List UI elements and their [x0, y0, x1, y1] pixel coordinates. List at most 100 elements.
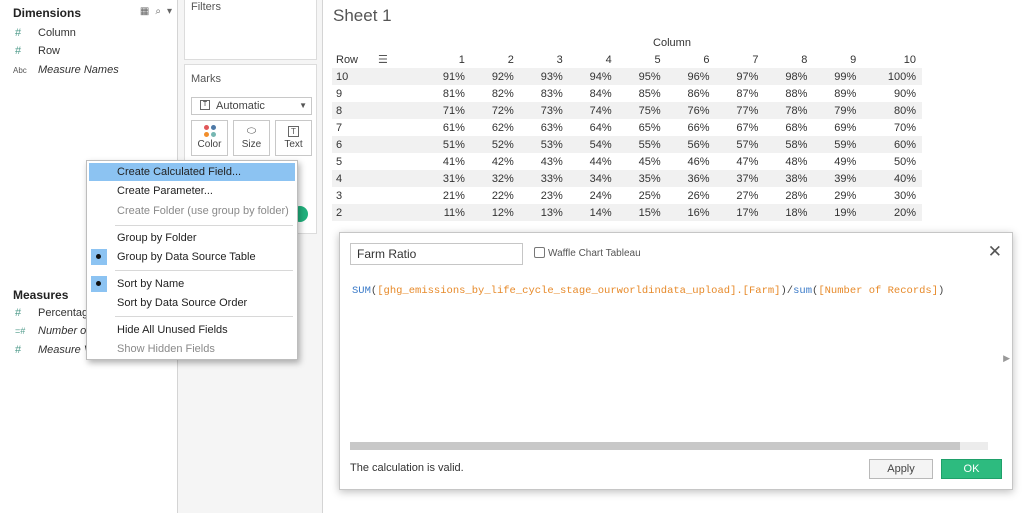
- search-icon[interactable]: ⌕: [155, 6, 161, 17]
- size-mark-button[interactable]: ⬭ Size: [233, 120, 270, 156]
- table-cell[interactable]: 24%: [569, 187, 618, 204]
- table-cell[interactable]: 35%: [617, 170, 667, 187]
- table-cell[interactable]: 44%: [569, 153, 618, 170]
- table-cell[interactable]: 68%: [764, 119, 813, 136]
- table-cell[interactable]: 78%: [764, 102, 814, 119]
- table-cell[interactable]: 79%: [813, 102, 863, 119]
- table-cell[interactable]: 70%: [862, 119, 922, 136]
- table-cell[interactable]: 43%: [520, 153, 569, 170]
- table-cell[interactable]: 20%: [862, 204, 922, 221]
- table-cell[interactable]: 19%: [813, 204, 863, 221]
- table-cell[interactable]: 37%: [715, 170, 765, 187]
- menu-item-group-by-data-source-table[interactable]: Group by Data Source Table: [89, 248, 295, 266]
- table-cell[interactable]: 38%: [764, 170, 814, 187]
- mark-type-dropdown[interactable]: T Automatic ▼: [191, 97, 312, 115]
- table-cell[interactable]: 49%: [813, 153, 862, 170]
- table-cell[interactable]: 15%: [617, 204, 667, 221]
- menu-item-sort-by-data-source-order[interactable]: Sort by Data Source Order: [89, 294, 295, 312]
- table-cell[interactable]: 50%: [862, 153, 922, 170]
- table-cell[interactable]: 28%: [764, 187, 813, 204]
- table-cell[interactable]: 29%: [813, 187, 862, 204]
- table-cell[interactable]: 66%: [667, 119, 716, 136]
- table-cell[interactable]: 36%: [666, 170, 716, 187]
- table-cell[interactable]: 74%: [568, 102, 618, 119]
- table-cell[interactable]: 77%: [715, 102, 765, 119]
- menu-item-create-calculated-field[interactable]: Create Calculated Field...: [89, 163, 295, 181]
- chevron-down-icon[interactable]: ▾: [167, 6, 172, 17]
- table-cell[interactable]: 80%: [862, 102, 922, 119]
- table-cell[interactable]: 51%: [422, 136, 471, 153]
- menu-item-group-by-folder[interactable]: Group by Folder: [89, 229, 295, 247]
- table-cell[interactable]: 82%: [471, 85, 520, 102]
- table-cell[interactable]: 22%: [471, 187, 520, 204]
- table-cell[interactable]: 100%: [862, 68, 922, 85]
- table-cell[interactable]: 40%: [862, 170, 922, 187]
- table-cell[interactable]: 59%: [813, 136, 863, 153]
- table-cell[interactable]: 95%: [617, 68, 667, 85]
- table-cell[interactable]: 17%: [715, 204, 765, 221]
- menu-item-sort-by-name[interactable]: Sort by Name: [89, 275, 295, 293]
- table-cell[interactable]: 84%: [569, 85, 618, 102]
- table-cell[interactable]: 94%: [568, 68, 618, 85]
- table-cell[interactable]: 26%: [667, 187, 716, 204]
- table-cell[interactable]: 13%: [519, 204, 569, 221]
- expand-arrow-icon[interactable]: ▶: [1003, 353, 1010, 364]
- table-cell[interactable]: 76%: [666, 102, 716, 119]
- table-cell[interactable]: 32%: [470, 170, 520, 187]
- menu-item-hide-all-unused-fields[interactable]: Hide All Unused Fields: [89, 321, 295, 339]
- table-cell[interactable]: 31%: [422, 170, 471, 187]
- table-cell[interactable]: 23%: [520, 187, 569, 204]
- field-measure-names[interactable]: Abc Measure Names: [0, 61, 178, 79]
- table-cell[interactable]: 65%: [618, 119, 667, 136]
- calculation-name-input[interactable]: [350, 243, 523, 265]
- table-cell[interactable]: 90%: [862, 85, 922, 102]
- table-cell[interactable]: 93%: [519, 68, 569, 85]
- table-cell[interactable]: 61%: [422, 119, 471, 136]
- table-cell[interactable]: 83%: [520, 85, 569, 102]
- table-cell[interactable]: 99%: [813, 68, 863, 85]
- scrollbar-thumb[interactable]: [350, 442, 960, 450]
- table-cell[interactable]: 71%: [422, 102, 471, 119]
- table-cell[interactable]: 88%: [764, 85, 813, 102]
- table-cell[interactable]: 64%: [569, 119, 618, 136]
- table-cell[interactable]: 75%: [617, 102, 667, 119]
- table-cell[interactable]: 67%: [716, 119, 765, 136]
- table-cell[interactable]: 34%: [568, 170, 618, 187]
- table-cell[interactable]: 92%: [470, 68, 520, 85]
- field-column[interactable]: # Column: [0, 24, 178, 42]
- view-toggle-icon[interactable]: ▦: [140, 6, 149, 17]
- table-cell[interactable]: 89%: [813, 85, 862, 102]
- close-icon[interactable]: ✕: [988, 242, 1002, 262]
- table-cell[interactable]: 87%: [716, 85, 765, 102]
- ok-button[interactable]: OK: [941, 459, 1002, 479]
- table-cell[interactable]: 54%: [568, 136, 618, 153]
- table-cell[interactable]: 97%: [715, 68, 765, 85]
- table-cell[interactable]: 58%: [764, 136, 814, 153]
- filters-shelf[interactable]: Filters: [184, 0, 317, 60]
- table-cell[interactable]: 56%: [666, 136, 716, 153]
- table-cell[interactable]: 57%: [715, 136, 765, 153]
- table-cell[interactable]: 12%: [470, 204, 520, 221]
- color-mark-button[interactable]: Color: [191, 120, 228, 156]
- table-cell[interactable]: 85%: [618, 85, 667, 102]
- table-cell[interactable]: 62%: [471, 119, 520, 136]
- table-cell[interactable]: 86%: [667, 85, 716, 102]
- table-cell[interactable]: 47%: [716, 153, 765, 170]
- field-row[interactable]: # Row: [0, 42, 178, 60]
- table-cell[interactable]: 11%: [422, 204, 471, 221]
- table-cell[interactable]: 30%: [862, 187, 922, 204]
- table-cell[interactable]: 48%: [764, 153, 813, 170]
- table-cell[interactable]: 16%: [666, 204, 716, 221]
- sort-icon[interactable]: ☰: [378, 54, 388, 66]
- table-cell[interactable]: 27%: [716, 187, 765, 204]
- table-cell[interactable]: 69%: [813, 119, 862, 136]
- table-cell[interactable]: 81%: [422, 85, 471, 102]
- table-cell[interactable]: 63%: [520, 119, 569, 136]
- table-cell[interactable]: 41%: [422, 153, 471, 170]
- table-cell[interactable]: 46%: [667, 153, 716, 170]
- table-cell[interactable]: 14%: [568, 204, 618, 221]
- table-cell[interactable]: 21%: [422, 187, 471, 204]
- table-cell[interactable]: 39%: [813, 170, 863, 187]
- horizontal-scrollbar[interactable]: [350, 442, 988, 450]
- table-cell[interactable]: 18%: [764, 204, 814, 221]
